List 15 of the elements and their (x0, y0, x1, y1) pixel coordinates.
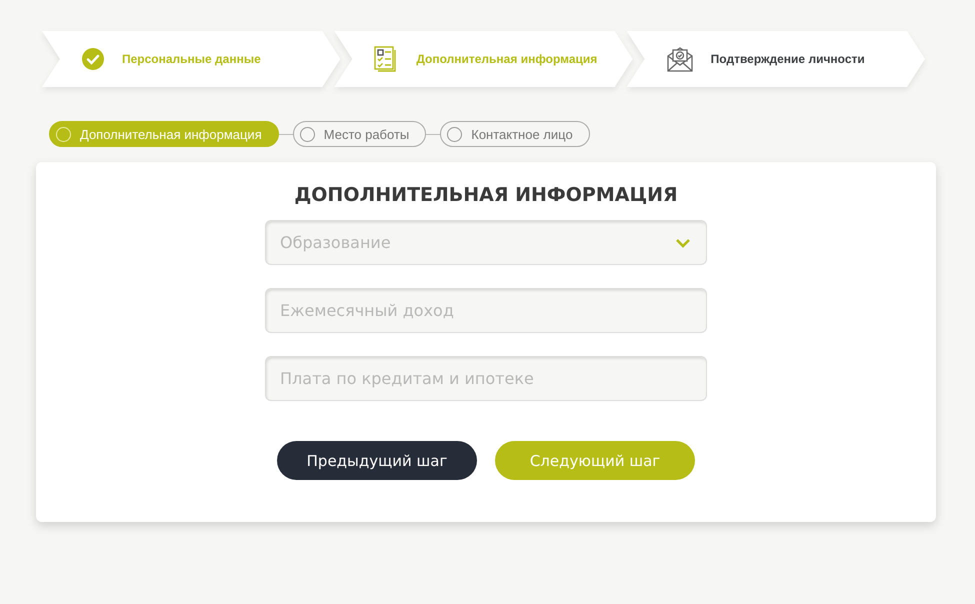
form-title: ДОПОЛНИТЕЛЬНАЯ ИНФОРМАЦИЯ (294, 184, 678, 206)
checklist-icon (374, 46, 398, 72)
substep-tab[interactable]: Контактное лицо (440, 121, 590, 147)
envelope-icon (666, 46, 693, 72)
substep-tab[interactable]: Место работы (292, 121, 426, 147)
radio-circle-icon (300, 126, 315, 142)
input-field[interactable]: Плата по кредитам и ипотеке (265, 356, 707, 401)
input-field[interactable]: Ежемесячный доход (265, 288, 707, 333)
radio-circle-icon (56, 126, 71, 142)
chevron-down-icon (675, 238, 691, 248)
step-tab[interactable]: Подтверждение личности (626, 31, 925, 87)
select-field[interactable]: Образование (265, 220, 707, 265)
radio-circle-icon (447, 126, 462, 142)
back-button[interactable]: Предыдущий шаг (277, 441, 477, 480)
check-circle-icon (82, 48, 104, 70)
